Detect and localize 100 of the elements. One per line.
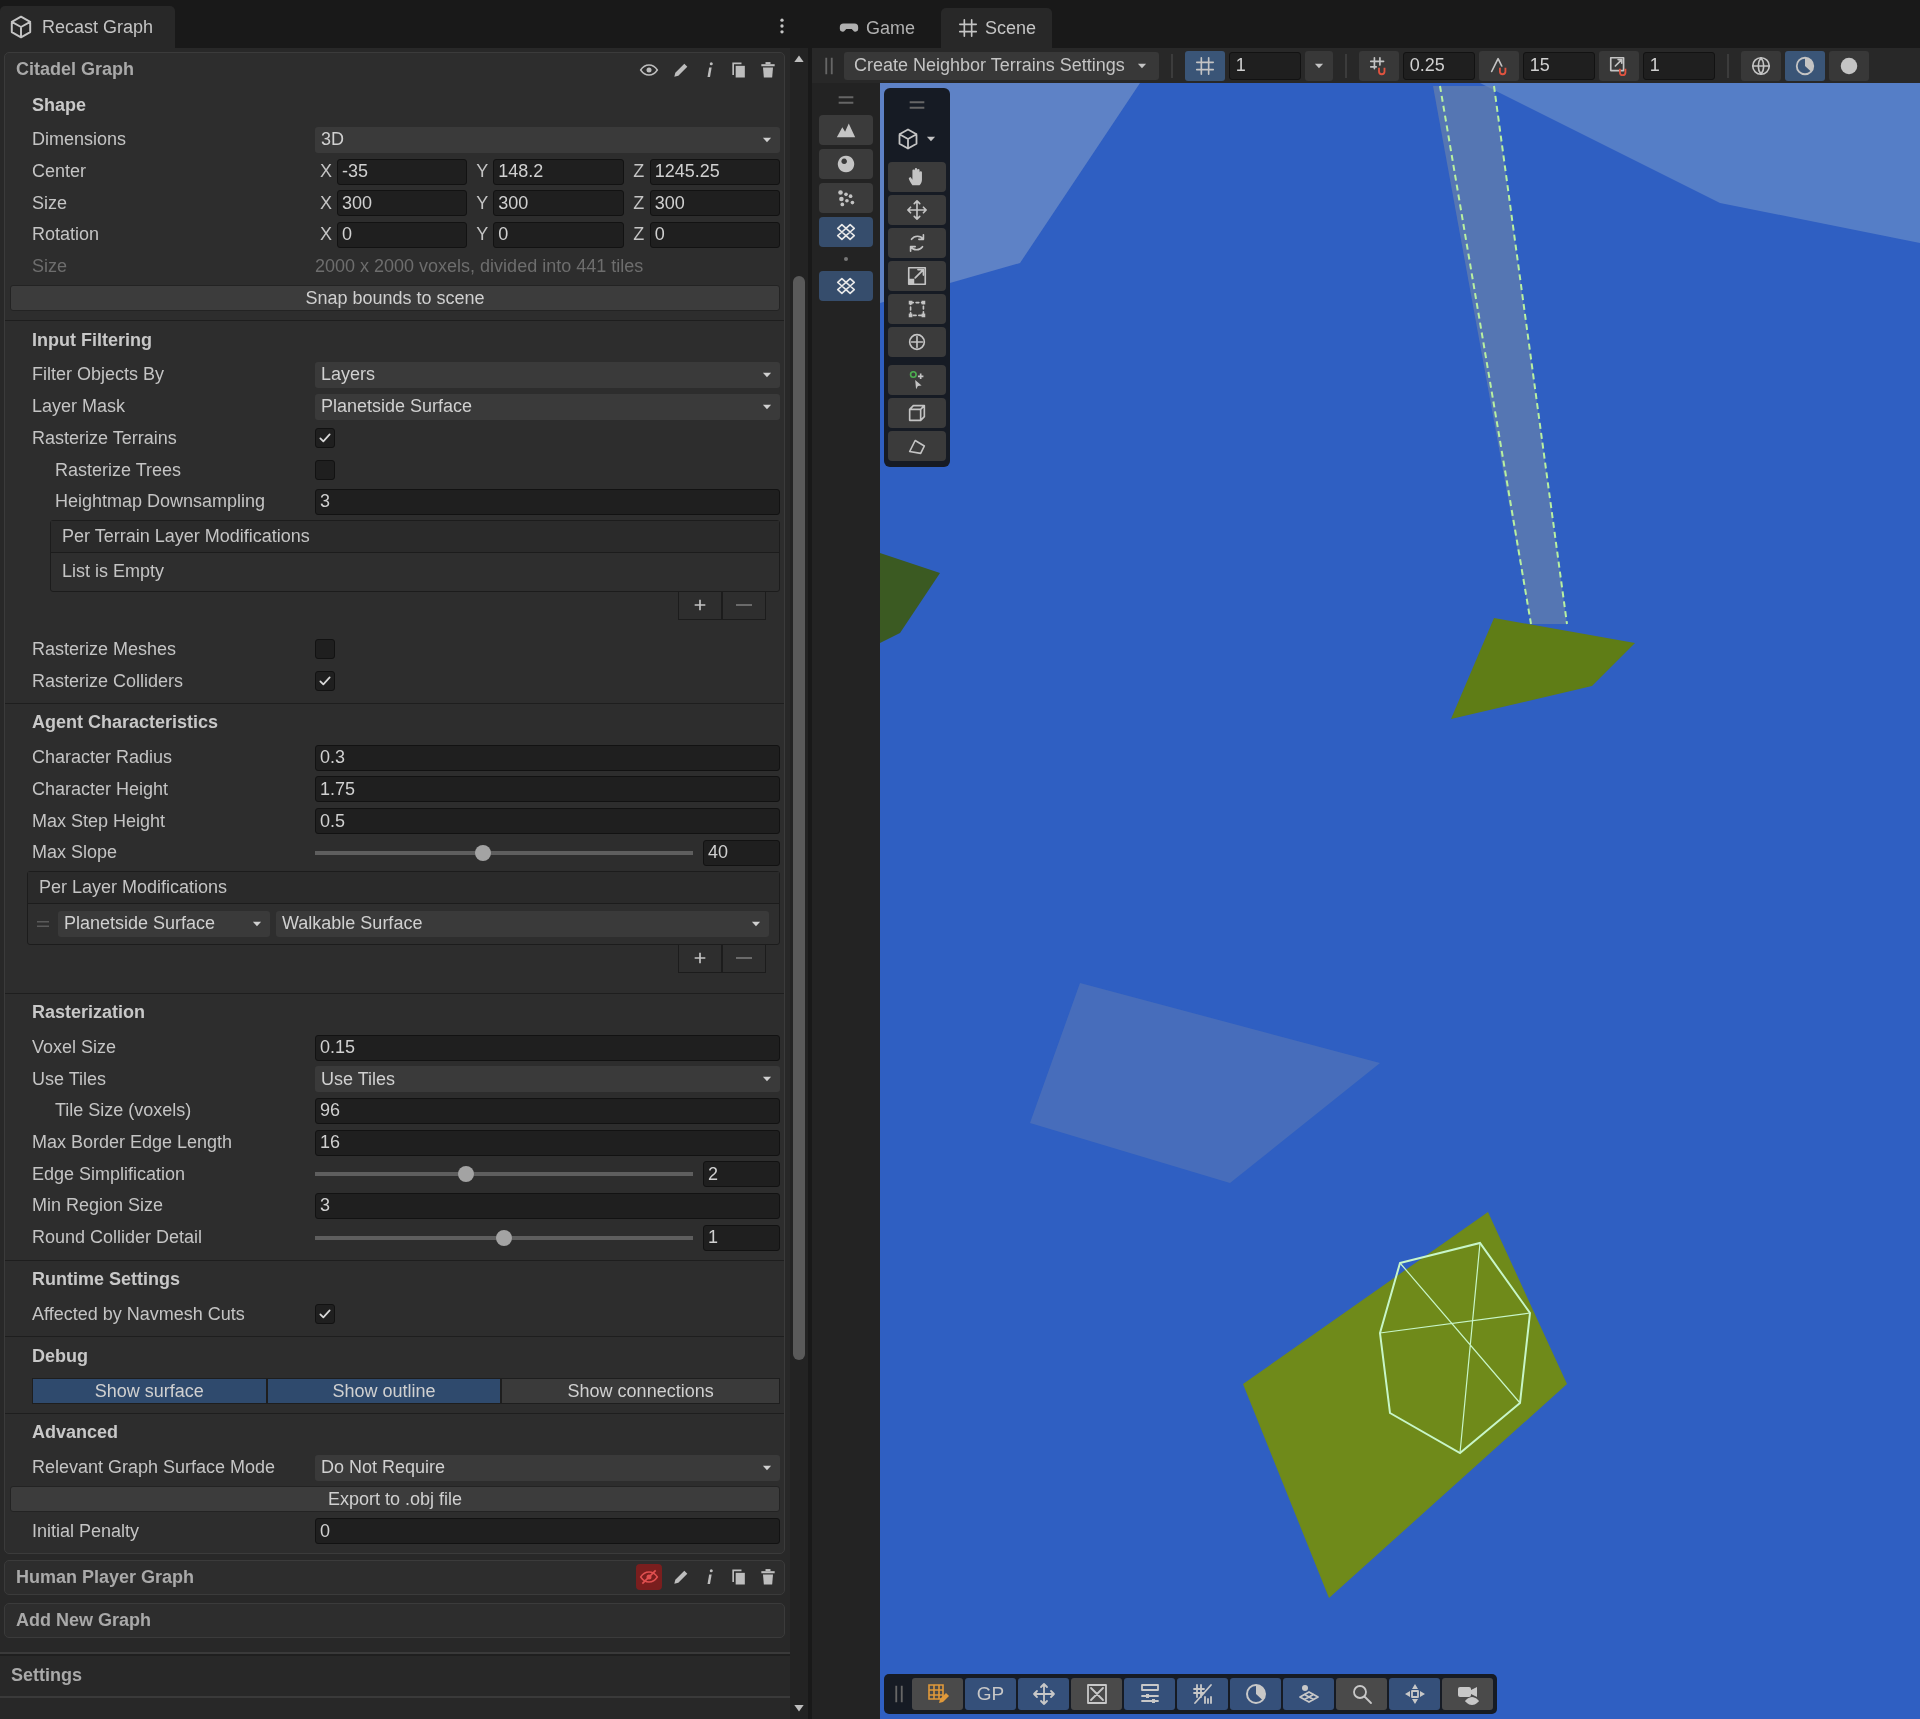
- remove-button[interactable]: [722, 591, 766, 620]
- view-tab[interactable]: Game: [822, 8, 932, 48]
- number-field[interactable]: 1245.25: [649, 158, 780, 185]
- number-field[interactable]: 2: [703, 1161, 780, 1188]
- view-toggle[interactable]: [1828, 50, 1869, 81]
- number-field[interactable]: 3: [315, 1192, 780, 1219]
- overlay-text-button[interactable]: GP: [965, 1678, 1016, 1710]
- dropdown[interactable]: Use Tiles: [315, 1066, 780, 1093]
- scene-tool-button[interactable]: [888, 294, 946, 324]
- add-button[interactable]: [678, 944, 722, 973]
- checkbox[interactable]: [315, 671, 335, 692]
- terrain-tool-button[interactable]: [819, 115, 873, 145]
- remove-button[interactable]: [722, 944, 766, 973]
- field-label: Relevant Graph Surface Mode: [32, 1457, 277, 1479]
- snap-toggle[interactable]: [1598, 50, 1639, 81]
- toggle-button[interactable]: Show connections: [501, 1378, 780, 1405]
- action-button[interactable]: Snap bounds to scene: [10, 285, 780, 312]
- number-field[interactable]: 0: [649, 221, 780, 248]
- slider-thumb[interactable]: [458, 1166, 475, 1183]
- overlay-tool-button[interactable]: [1018, 1678, 1069, 1710]
- scene-tool-button[interactable]: [888, 327, 946, 357]
- minus-icon: [736, 603, 752, 607]
- overlay-tool-button[interactable]: [1230, 1678, 1281, 1710]
- add-graph-button[interactable]: Add New Graph: [4, 1602, 785, 1638]
- overlay-tool-button[interactable]: [1071, 1678, 1122, 1710]
- dropdown[interactable]: Layers: [315, 361, 780, 388]
- scene-tool-button[interactable]: [888, 398, 946, 428]
- dropdown[interactable]: Do Not Require: [315, 1454, 780, 1481]
- scene-tool-button[interactable]: [888, 162, 946, 192]
- hidden-toggle[interactable]: [636, 1564, 662, 1591]
- scene-tool-button[interactable]: [888, 228, 946, 258]
- graph-name[interactable]: Human Player Graph: [16, 1566, 636, 1588]
- number-field[interactable]: 300: [337, 190, 468, 217]
- snap-value-field[interactable]: 0.25: [1402, 51, 1475, 80]
- overlay-tool-button[interactable]: [1389, 1678, 1440, 1710]
- grid-dropdown[interactable]: [1304, 50, 1333, 81]
- checkbox[interactable]: [315, 428, 335, 449]
- trash-icon[interactable]: [758, 1567, 778, 1588]
- view-toggle[interactable]: [1740, 50, 1781, 81]
- panel-tab[interactable]: Recast Graph: [0, 6, 176, 48]
- number-field[interactable]: 300: [649, 190, 780, 217]
- overlay-tool-button[interactable]: [1177, 1678, 1228, 1710]
- scrollbar-thumb[interactable]: [793, 276, 805, 1360]
- snap-value-field[interactable]: 1: [1642, 51, 1715, 80]
- overlay-tool-button[interactable]: [912, 1678, 963, 1710]
- toggle-button[interactable]: Show outline: [266, 1378, 502, 1405]
- number-field[interactable]: 0.3: [315, 744, 780, 771]
- overlay-tool-button[interactable]: [1124, 1678, 1175, 1710]
- toggle-button[interactable]: Show surface: [32, 1378, 267, 1405]
- number-field[interactable]: 96: [315, 1097, 780, 1124]
- number-field[interactable]: -35: [337, 158, 468, 185]
- snap-value-field[interactable]: 15: [1522, 51, 1595, 80]
- terrain-tool-button[interactable]: [819, 271, 873, 301]
- action-button[interactable]: Export to .obj file: [10, 1486, 780, 1513]
- number-field[interactable]: 1.75: [315, 776, 780, 803]
- globe-icon: [1749, 54, 1772, 77]
- dropdown[interactable]: Planetside Surface: [315, 393, 780, 420]
- number-field[interactable]: 40: [703, 839, 780, 866]
- terrain-tool-button[interactable]: [819, 149, 873, 179]
- terrain-tool-button[interactable]: [819, 183, 873, 213]
- add-button[interactable]: [678, 591, 722, 620]
- overlay-tool-button[interactable]: [1283, 1678, 1334, 1710]
- number-field[interactable]: 300: [493, 190, 624, 217]
- settings-dropdown[interactable]: Create Neighbor Terrains Settings: [844, 51, 1159, 80]
- number-field[interactable]: 0.15: [315, 1034, 780, 1061]
- grid-icon: [1193, 54, 1216, 77]
- surface-dropdown[interactable]: Walkable Surface: [276, 910, 769, 937]
- checkbox[interactable]: [315, 460, 335, 481]
- scene-tool-button[interactable]: [888, 365, 946, 395]
- overlay-tool-button[interactable]: [1336, 1678, 1387, 1710]
- number-field[interactable]: 148.2: [493, 158, 624, 185]
- trash-icon[interactable]: [758, 59, 778, 80]
- scene-tool-button[interactable]: [888, 195, 946, 225]
- layer-dropdown[interactable]: Planetside Surface: [58, 910, 270, 937]
- number-field[interactable]: 0: [315, 1518, 780, 1545]
- scene-tool-button[interactable]: [888, 261, 946, 291]
- view-tab[interactable]: Scene: [941, 8, 1053, 48]
- view-toggle[interactable]: [1784, 50, 1825, 81]
- scene-tool-button[interactable]: [888, 431, 946, 461]
- number-field[interactable]: 0: [493, 221, 624, 248]
- dropdown[interactable]: 3D: [315, 126, 780, 153]
- number-field[interactable]: 1: [703, 1224, 780, 1251]
- number-field[interactable]: 3: [315, 488, 780, 515]
- snap-toggle[interactable]: [1358, 50, 1399, 81]
- grid-toggle[interactable]: [1184, 50, 1225, 81]
- terrain-tool-button[interactable]: [819, 217, 873, 247]
- field-label: Voxel Size: [32, 1037, 118, 1059]
- overlay-tool-button[interactable]: [1442, 1678, 1493, 1710]
- slider-thumb[interactable]: [496, 1229, 512, 1246]
- number-field[interactable]: 0.5: [315, 808, 780, 835]
- slider-thumb[interactable]: [475, 844, 492, 861]
- grid-size-field[interactable]: 1: [1228, 51, 1301, 80]
- number-field[interactable]: 16: [315, 1129, 780, 1156]
- snap-toggle[interactable]: [1478, 50, 1519, 81]
- section-header[interactable]: Settings: [0, 1653, 790, 1698]
- field-label: Use Tiles: [32, 1068, 108, 1090]
- checkbox[interactable]: [315, 639, 335, 660]
- number-field[interactable]: 0: [337, 221, 468, 248]
- checkbox[interactable]: [315, 1304, 335, 1325]
- graph-name[interactable]: Citadel Graph: [16, 59, 636, 80]
